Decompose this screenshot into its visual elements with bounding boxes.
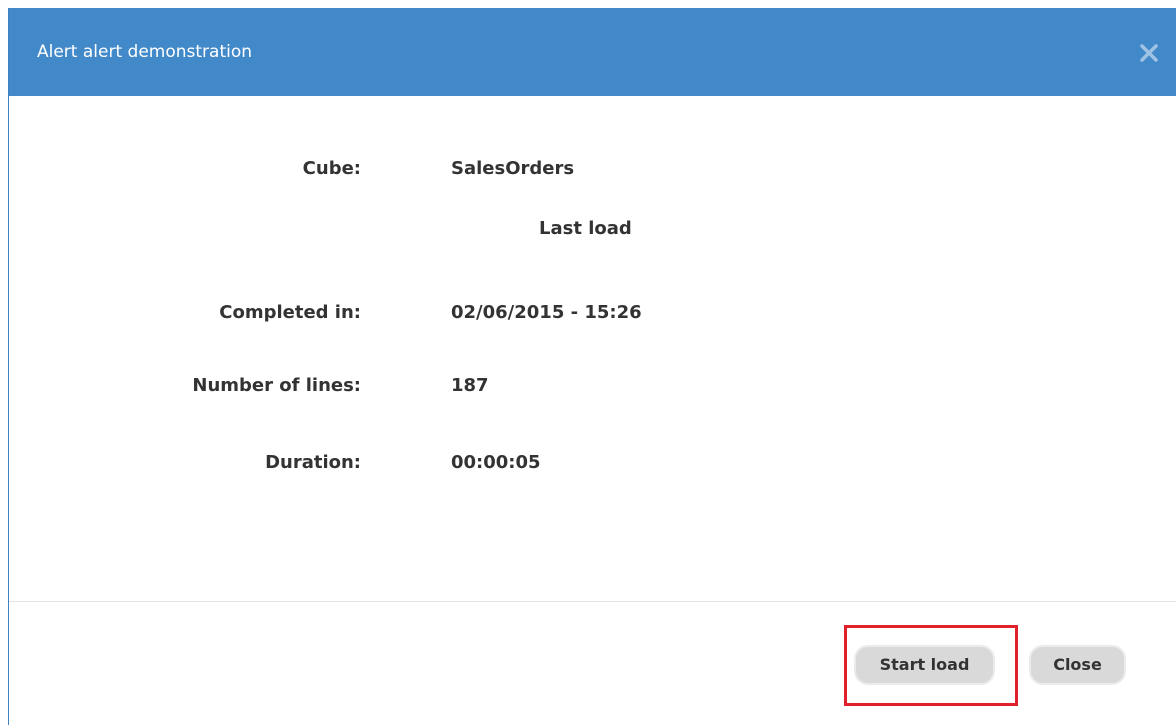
close-icon[interactable] (1134, 38, 1164, 68)
cube-value: SalesOrders (451, 158, 575, 179)
dialog-titlebar: Alert alert demonstration (9, 8, 1176, 96)
dialog: Alert alert demonstration Cube: SalesOrd… (8, 8, 1176, 725)
cube-label: Cube: (302, 158, 361, 179)
duration-value: 00:00:05 (451, 452, 541, 473)
number-of-lines-value: 187 (451, 375, 489, 396)
close-button[interactable]: Close (1029, 645, 1126, 685)
completed-in-label: Completed in: (219, 302, 361, 323)
last-load-heading: Last load (539, 218, 632, 239)
footer-divider (9, 601, 1176, 602)
dialog-title: Alert alert demonstration (37, 42, 253, 62)
duration-label: Duration: (265, 452, 361, 473)
start-load-button[interactable]: Start load (854, 645, 995, 685)
completed-in-value: 02/06/2015 - 15:26 (451, 302, 642, 323)
number-of-lines-label: Number of lines: (192, 375, 361, 396)
